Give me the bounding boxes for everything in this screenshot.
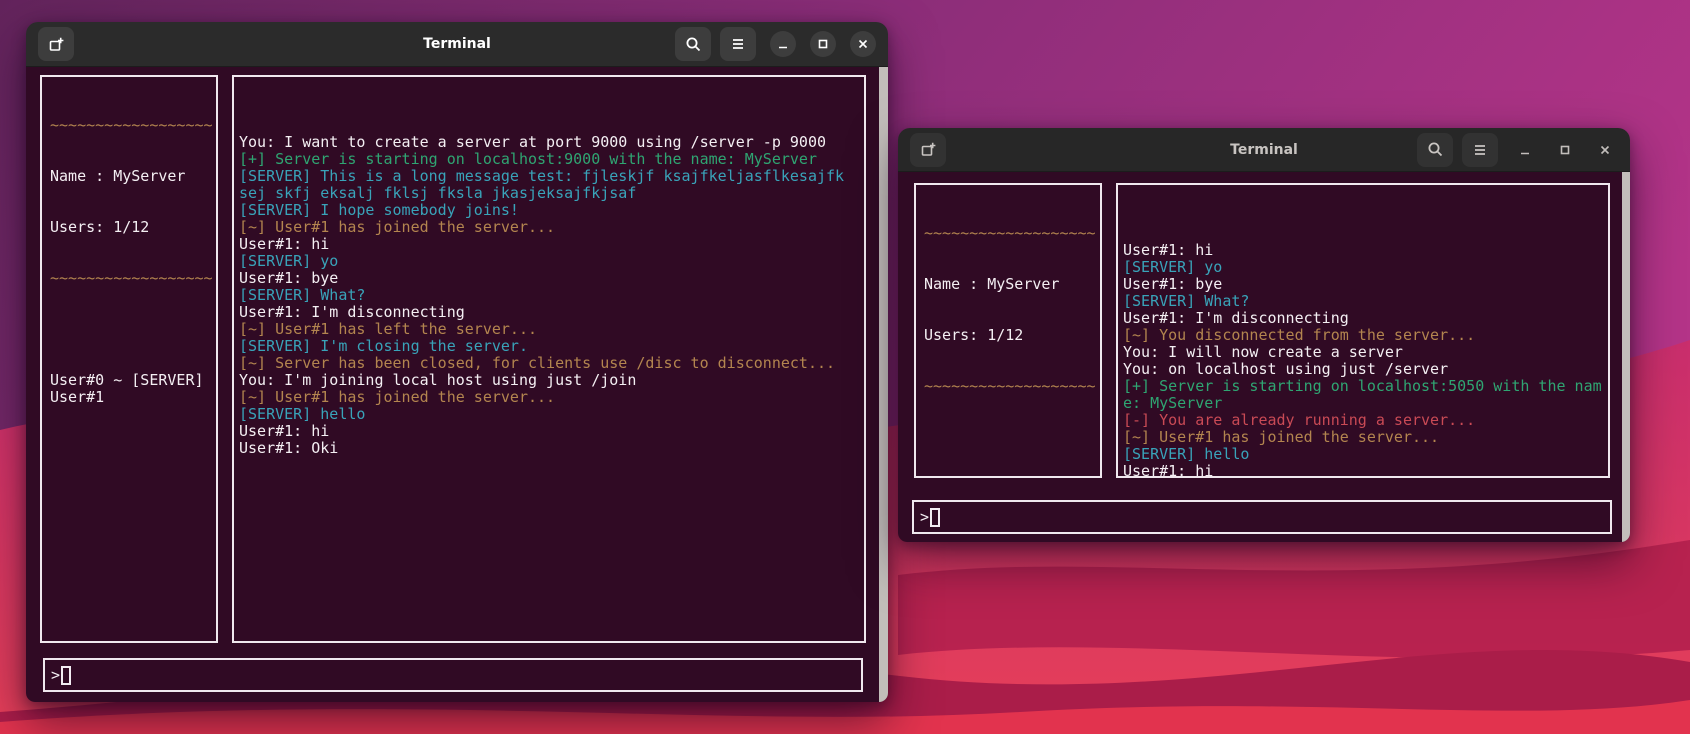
chat-message: [SERVER] What? bbox=[1123, 293, 1250, 310]
chat-message: [SERVER] yo bbox=[239, 253, 339, 270]
chat-message: [~] User#1 has joined the server... bbox=[239, 389, 556, 406]
terminal-window-left: Terminal ~~~~~~~~~~~~~~~~~~ Name: MySer… bbox=[26, 22, 888, 702]
text-cursor bbox=[61, 665, 72, 685]
chat-message: You: I'm joining local host using just /… bbox=[239, 372, 637, 389]
member-item: User#1 bbox=[50, 389, 105, 406]
chat-log-panel: User#1: hi [SERVER] yo User#1: bye [SERVER]… bbox=[1116, 183, 1610, 478]
sidebar-divider: ~~~~~~~~~~~~~~~~~~~~~~ bbox=[50, 117, 212, 134]
input-prompt: > bbox=[920, 507, 930, 526]
chat-message: [~] User#1 has left the server... bbox=[239, 321, 538, 338]
member-list: User#0 ~ [SERVER]User#1 bbox=[50, 321, 212, 406]
chat-message: [SERVER] This is a long message test: fj… bbox=[239, 168, 845, 185]
close-button[interactable] bbox=[1592, 137, 1618, 163]
minimize-button[interactable] bbox=[1512, 137, 1538, 163]
member-list: User#0 ~ [SERVER]User#1 bbox=[924, 429, 1096, 476]
sidebar-divider: ~~~~~~~~~~~~~~~~~~~~~~ bbox=[924, 225, 1096, 242]
member-item: User#0 ~ [SERVER] bbox=[50, 372, 204, 389]
server-info-panel: ~~~~~~~~~~~~~~~~~~~~~~ Name : MyServer U… bbox=[914, 183, 1102, 478]
chat-message: e: MyServer bbox=[1123, 395, 1223, 412]
menu-button[interactable] bbox=[1462, 132, 1498, 167]
maximize-button[interactable] bbox=[810, 31, 836, 57]
chat-message: User#1: hi bbox=[239, 236, 330, 253]
input-prompt: > bbox=[51, 665, 61, 684]
chat-message: User#1: hi bbox=[1123, 463, 1214, 478]
chat-message: You: I will now create a server bbox=[1123, 344, 1403, 361]
maximize-icon bbox=[817, 38, 829, 50]
chat-log-panel: You: I want to create a server at port 9… bbox=[232, 75, 866, 643]
terminal-scrollbar[interactable] bbox=[1622, 172, 1630, 542]
new-tab-button[interactable] bbox=[38, 27, 74, 61]
chat-message: [~] Server has been closed, for clients … bbox=[239, 355, 836, 372]
chat-message: User#1: bye bbox=[1123, 276, 1223, 293]
minimize-icon bbox=[1519, 144, 1531, 156]
server-info-panel: ~~~~~~~~~~~~~~~~~~~~~~ Name : MyServer U… bbox=[40, 75, 218, 643]
terminal-viewport[interactable]: ~~~~~~~~~~~~~~~~~~~~~~ Name : MyServer U… bbox=[898, 172, 1630, 542]
terminal-viewport[interactable]: ~~~~~~~~~~~~~~~~~~~~~~ Name : MyServer U… bbox=[26, 67, 888, 702]
chat-message: [~] User#1 has joined the server... bbox=[1123, 429, 1440, 446]
chat-message: [-] You are already running a server... bbox=[1123, 412, 1476, 429]
hamburger-menu-icon bbox=[1472, 143, 1488, 157]
chat-message: User#1: hi bbox=[1123, 242, 1214, 259]
maximize-button[interactable] bbox=[1552, 137, 1578, 163]
search-button[interactable] bbox=[675, 27, 711, 61]
minimize-button[interactable] bbox=[770, 31, 796, 57]
search-button[interactable] bbox=[1417, 132, 1453, 167]
chat-message: [~] You disconnected from the server... bbox=[1123, 327, 1476, 344]
close-button[interactable] bbox=[850, 31, 876, 57]
titlebar[interactable]: Terminal bbox=[26, 22, 888, 67]
close-icon bbox=[1599, 144, 1611, 156]
chat-message: [SERVER] I hope somebody joins! bbox=[239, 202, 519, 219]
terminal-scrollbar[interactable] bbox=[879, 67, 888, 702]
sidebar-divider: ~~~~~~~~~~~~~~~~~~~~~~ bbox=[50, 270, 212, 287]
server-users-count: Users: 1/12 bbox=[50, 219, 150, 236]
chat-message: [+] Server is starting on localhost:5050… bbox=[1123, 378, 1602, 395]
chat-message: User#1: Oki bbox=[239, 440, 339, 457]
titlebar[interactable]: Terminal bbox=[898, 128, 1630, 172]
chat-message: [+] Server is starting on localhost:9000… bbox=[239, 151, 817, 168]
server-users-count: Users: 1/12 bbox=[924, 327, 1024, 344]
chat-message: [~] User#1 has joined the server... bbox=[239, 219, 556, 236]
new-tab-button[interactable] bbox=[910, 132, 946, 167]
chat-message: [SERVER] yo bbox=[1123, 259, 1223, 276]
search-icon bbox=[685, 36, 702, 53]
chat-message: User#1: I'm disconnecting bbox=[239, 304, 465, 321]
minimize-icon bbox=[777, 38, 789, 50]
chat-message: User#1: bye bbox=[239, 270, 339, 287]
chat-message: [SERVER] hello bbox=[1123, 446, 1250, 463]
terminal-window-right: Terminal ~~~~~~~~~~~~~~~~~~~ Name: MySe… bbox=[898, 128, 1630, 542]
chat-message: You: I want to create a server at port 9… bbox=[239, 134, 826, 151]
chat-message: [SERVER] I'm closing the server. bbox=[239, 338, 528, 355]
chat-message: User#1: hi bbox=[239, 423, 330, 440]
new-tab-icon bbox=[920, 141, 937, 158]
server-name: Name : MyServer bbox=[924, 276, 1060, 293]
chat-message: You: on localhost using just /server bbox=[1123, 361, 1449, 378]
hamburger-menu-icon bbox=[730, 37, 746, 51]
chat-message: [SERVER] What? bbox=[239, 287, 366, 304]
maximize-icon bbox=[1559, 144, 1571, 156]
search-icon bbox=[1427, 141, 1444, 158]
chat-message: User#1: I'm disconnecting bbox=[1123, 310, 1349, 327]
sidebar-divider: ~~~~~~~~~~~~~~~~~~~~~~ bbox=[924, 378, 1096, 395]
chat-input[interactable]: > bbox=[43, 658, 863, 692]
chat-input[interactable]: > bbox=[912, 500, 1612, 534]
text-cursor bbox=[930, 507, 941, 527]
chat-message: [SERVER] hello bbox=[239, 406, 366, 423]
chat-message: sej skfj eksalj fklsj fksla jkasjeksajfk… bbox=[239, 185, 637, 202]
menu-button[interactable] bbox=[720, 27, 756, 61]
close-icon bbox=[857, 38, 869, 50]
server-name: Name : MyServer bbox=[50, 168, 186, 185]
new-tab-icon bbox=[48, 36, 65, 53]
